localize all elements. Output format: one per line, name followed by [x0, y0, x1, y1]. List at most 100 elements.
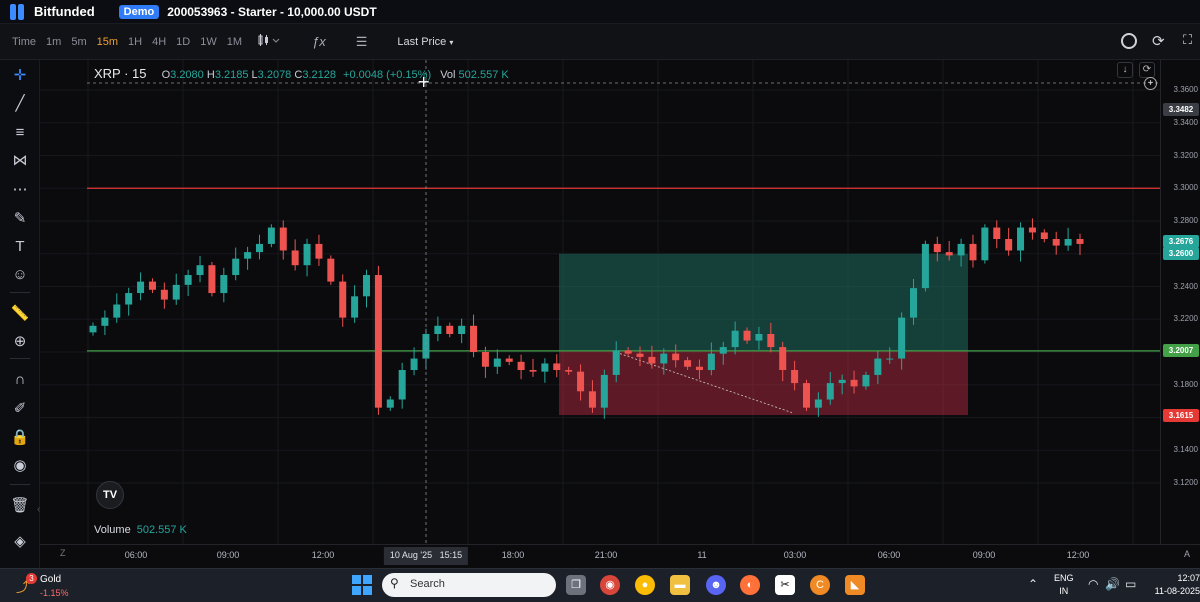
language-indicator[interactable]: ENG IN [1054, 572, 1074, 598]
wifi-icon[interactable]: ◠ [1088, 577, 1098, 591]
candle-body [172, 284, 180, 300]
timeframe-1h[interactable]: 1H [128, 36, 142, 48]
candle-body [553, 363, 561, 371]
menu-icon[interactable]: ☰ [356, 34, 368, 50]
candle-body [351, 296, 359, 318]
auto-scale-button[interactable]: A [1184, 549, 1190, 559]
app-name: Bitfunded [34, 4, 95, 19]
widget-gold[interactable]: ⤴ 3 Gold -1.15% [16, 571, 96, 601]
candle-body [434, 325, 442, 334]
timeframe-1w[interactable]: 1W [200, 36, 217, 48]
candle-body [814, 399, 822, 408]
price-tick-label: 3.3600 [1173, 85, 1198, 94]
emoji-icon[interactable]: ☺ [10, 265, 30, 285]
candle-body [565, 370, 573, 372]
ruler-icon[interactable]: 📏 [10, 304, 30, 324]
drawing-toolbar: ✛ ╱ ≡ ⋈ ⋯ ✎ T ☺ 📏 ⊕ ∩ ✐ 🔒 ◉ 🗑 ◈ [0, 60, 40, 568]
volume-legend: Volume 502.557 K [94, 524, 187, 536]
candle-body [232, 258, 240, 276]
candlestick-chart[interactable]: + [40, 60, 1160, 544]
price-tick-label: 3.3000 [1173, 183, 1198, 193]
candle-type-icon[interactable] [258, 34, 280, 49]
change-value: +0.0048 (+0.15%) [343, 69, 432, 81]
candle-body [588, 391, 596, 408]
candle-body [660, 353, 668, 364]
fullscreen-icon[interactable]: ⛶ [1183, 32, 1192, 48]
price-tick-label: 3.2200 [1173, 314, 1198, 324]
price-type-dropdown[interactable]: Last Price ▾ [397, 36, 453, 48]
visibility-eye-icon[interactable]: ◉ [10, 456, 30, 476]
trend-line-icon[interactable]: ╱ [10, 94, 30, 114]
timeframe-5m[interactable]: 5m [71, 36, 86, 48]
clock-date: 11-08-2025 [1154, 586, 1200, 596]
entry-price-label: 3.2007 [1163, 344, 1199, 358]
time-tick-label: 21:00 [594, 550, 618, 560]
lock-icon[interactable]: 🔒 [10, 428, 30, 448]
capcut-icon[interactable]: ✂ [775, 575, 795, 595]
refresh-icon[interactable]: ⟳ [1152, 32, 1165, 50]
candle-body [838, 379, 846, 384]
brush-icon[interactable]: ✎ [10, 209, 30, 229]
download-icon[interactable]: ↓ [1117, 62, 1133, 78]
app-c-icon[interactable]: C [810, 575, 830, 595]
fib-retracement-icon[interactable]: ⋯ [10, 180, 30, 200]
timeframe-1mo[interactable]: 1M [227, 36, 242, 48]
volume-icon[interactable]: 🔊 [1105, 577, 1120, 591]
timeframe-1m[interactable]: 1m [46, 36, 61, 48]
horizontal-lines-icon[interactable]: ≡ [10, 123, 30, 143]
timeframe-1d[interactable]: 1D [176, 36, 190, 48]
chrome-icon[interactable]: ● [635, 575, 655, 595]
timeframe-15m[interactable]: 15m [97, 36, 118, 48]
lock-drawing-icon[interactable]: ✐ [10, 399, 30, 419]
time-tick-label: 03:00 [783, 550, 807, 560]
crosshair-icon[interactable]: ✛ [10, 66, 30, 86]
system-clock[interactable]: 12:07 11-08-2025 [1152, 572, 1200, 598]
candle-body [684, 360, 692, 367]
task-view-icon[interactable]: ❐ [566, 575, 586, 595]
app-orange-icon[interactable]: ◣ [845, 575, 865, 595]
battery-icon[interactable]: ▭ [1125, 577, 1136, 591]
magnet-icon[interactable]: ∩ [10, 370, 30, 390]
candle-body [648, 356, 656, 364]
firefox-icon[interactable]: ◐ [740, 575, 760, 595]
candle-body [137, 281, 145, 294]
chart-area[interactable]: + XRP · 15 O3.2080 H3.2185 L3.2078 C3.21… [40, 60, 1160, 544]
price-axis[interactable]: 3.3600 3.3400 3.3200 3.3000 3.2800 3.2600 3.24… [1160, 60, 1200, 544]
timeframe-4h[interactable]: 4H [152, 36, 166, 48]
search-label: Search [410, 578, 445, 590]
price-tick-label: 3.3400 [1173, 117, 1198, 127]
indicators-icon[interactable]: ƒx [312, 34, 326, 49]
discord-icon[interactable]: ☻ [706, 575, 726, 595]
candle-body [327, 258, 335, 282]
tradingview-logo: TV [96, 481, 124, 509]
settings-icon[interactable] [1121, 33, 1137, 49]
layers-icon[interactable]: ◈ [10, 532, 30, 552]
zoom-reset-button[interactable]: Z [60, 548, 66, 558]
high-key: H [206, 69, 215, 81]
bitfunded-logo-icon [10, 3, 24, 20]
candle-body [505, 358, 513, 362]
pitchfork-icon[interactable]: ⋈ [10, 151, 30, 171]
demo-badge: Demo [118, 4, 160, 19]
time-axis[interactable]: 06:00 09:00 12:00 18:00 21:00 11 03:00 06:00 09:… [40, 544, 1200, 568]
trash-icon[interactable]: 🗑 [10, 496, 30, 516]
add-alert-icon[interactable]: + [1144, 77, 1157, 90]
candle-body [470, 325, 478, 352]
candle-body [160, 289, 168, 300]
chart-toolbar: Time 1m 5m 15m 1H 4H 1D 1W 1M ƒx ☰ Last … [0, 24, 1200, 60]
tray-chevron-up-icon[interactable]: ⌃ [1028, 577, 1038, 591]
text-tool-icon[interactable]: T [10, 237, 30, 257]
photos-app-icon[interactable]: ◉ [600, 575, 620, 595]
candle-body [267, 227, 275, 244]
candle-body [220, 275, 228, 294]
zoom-in-icon[interactable]: ⊕ [10, 332, 30, 352]
candle-body [493, 358, 501, 367]
account-info[interactable]: 200053963 - Starter - 10,000.00 USDT [167, 5, 376, 19]
reset-icon[interactable]: ⟳ [1139, 62, 1155, 78]
symbol-label[interactable]: XRP · 15 [94, 66, 147, 81]
windows-start-icon[interactable] [352, 575, 372, 595]
file-explorer-icon[interactable]: ▬ [670, 575, 690, 595]
vol-key: Vol [440, 69, 456, 81]
taskbar-search[interactable]: ⚲ Search [382, 573, 556, 597]
price-tick-label: 3.1400 [1173, 445, 1198, 455]
